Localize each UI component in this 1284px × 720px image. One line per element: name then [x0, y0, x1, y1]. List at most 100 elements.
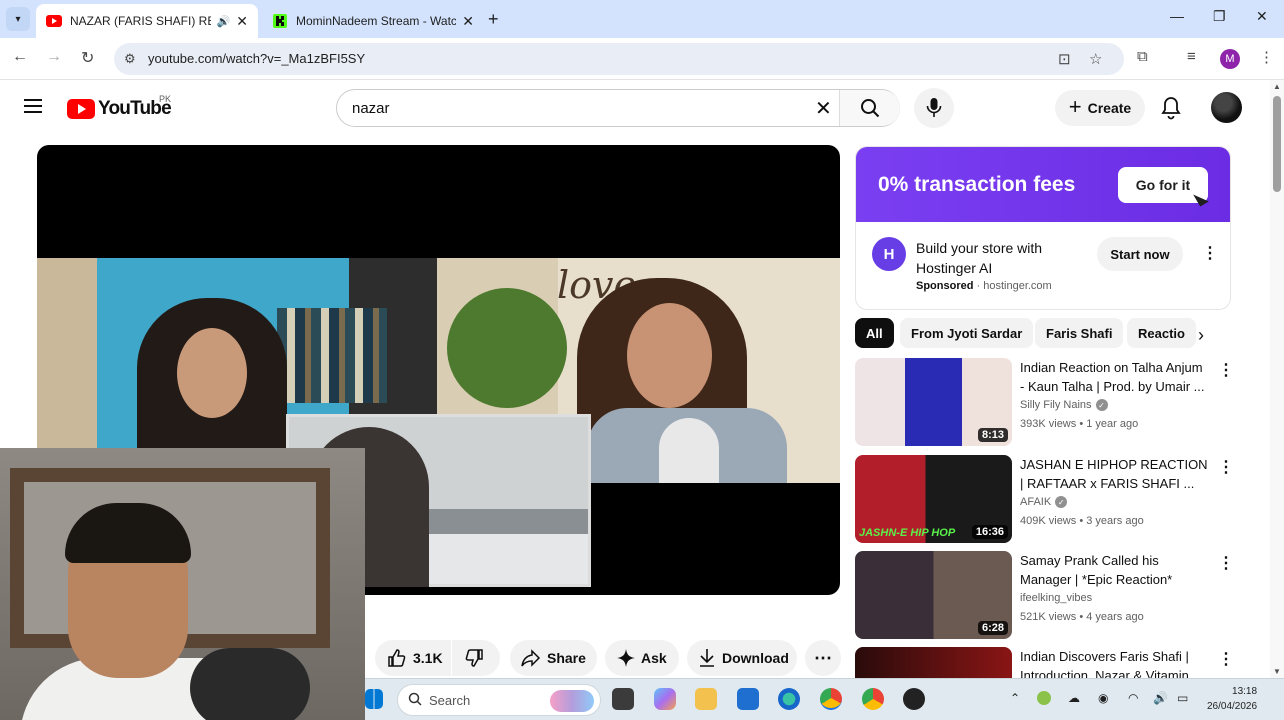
wifi-icon[interactable]: ◠ — [1128, 691, 1138, 705]
video-thumbnail[interactable]: 6:28 — [855, 551, 1012, 639]
profile-avatar[interactable]: M — [1220, 49, 1240, 69]
list-item[interactable]: 8:13 Indian Reaction on Talha Anjum - Ka… — [855, 358, 1235, 448]
url-text[interactable]: youtube.com/watch?v=_Ma1zBFI5SY — [148, 51, 365, 66]
tab-search-button[interactable]: ▾ — [6, 7, 30, 31]
restore-icon[interactable]: ❐ — [1213, 8, 1226, 25]
download-button[interactable]: Download — [687, 640, 797, 676]
search-box[interactable]: nazar ✕ — [336, 89, 900, 127]
close-tab-icon[interactable]: ✕ — [236, 13, 248, 30]
address-bar[interactable]: ⚙ youtube.com/watch?v=_Ma1zBFI5SY ⊡ ☆ — [114, 43, 1124, 75]
volume-icon[interactable]: 🔊 — [1153, 691, 1168, 705]
scroll-down-icon[interactable]: ▼ — [1273, 667, 1281, 676]
speaker-icon[interactable]: 🔊 — [217, 15, 231, 28]
more-vertical-icon[interactable]: ⋮ — [1218, 457, 1234, 477]
tab-kick-stream[interactable]: MominNadeem Stream - Watc ✕ — [262, 4, 484, 38]
file-explorer-icon[interactable] — [695, 688, 717, 710]
chip-all[interactable]: All — [855, 318, 894, 348]
search-button[interactable] — [839, 90, 900, 126]
cloud-icon[interactable]: ☁ — [1068, 691, 1080, 705]
voice-search-button[interactable] — [914, 88, 954, 128]
video-title[interactable]: Indian Discovers Faris Shafi | Introduct… — [1020, 647, 1210, 678]
channel-label: ifeelking_vibes — [1020, 592, 1093, 604]
list-item[interactable]: Indian Discovers Faris Shafi | Introduct… — [855, 647, 1235, 678]
edge-icon[interactable] — [778, 688, 800, 710]
close-tab-icon[interactable]: ✕ — [462, 13, 474, 30]
more-vertical-icon[interactable]: ⋮ — [1218, 553, 1234, 573]
clock-time: 13:18 — [1232, 686, 1258, 697]
more-vertical-icon[interactable]: ⋮ — [1218, 360, 1234, 380]
dislike-button[interactable] — [452, 640, 500, 676]
hamburger-menu-icon[interactable] — [24, 99, 42, 113]
ad-more-icon[interactable]: ⋮ — [1202, 243, 1218, 263]
channel-name[interactable]: Silly Fily Nains ✓ — [1020, 399, 1108, 411]
chrome-profile-icon[interactable] — [862, 688, 884, 710]
list-item[interactable]: JASHN-E HIP HOP 16:36 JASHAN E HIPHOP RE… — [855, 455, 1235, 545]
youtube-logo[interactable]: YouTube PK — [67, 94, 172, 120]
video-thumbnail[interactable] — [855, 647, 1012, 678]
browser-menu-icon[interactable]: ⋮ — [1259, 48, 1274, 66]
share-label: Share — [547, 650, 586, 666]
ad-banner[interactable]: 0% transaction fees Go for it — [856, 147, 1230, 222]
windows-start-icon[interactable] — [365, 689, 383, 709]
more-actions-button[interactable]: ⋯ — [805, 640, 841, 676]
reload-icon[interactable]: ↻ — [81, 48, 94, 68]
plant-image — [447, 288, 567, 408]
ad-title[interactable]: Build your store with Hostinger AI — [916, 238, 1086, 278]
share-button[interactable]: Share — [510, 640, 597, 676]
clear-search-icon[interactable]: ✕ — [815, 96, 832, 121]
chip-from-jyoti-sardar[interactable]: From Jyoti Sardar — [900, 318, 1034, 348]
chevron-right-icon[interactable]: › — [1198, 325, 1204, 346]
like-button[interactable]: 3.1K — [375, 640, 451, 676]
page-scrollbar[interactable]: ▲ ▼ — [1270, 80, 1284, 678]
chevron-up-icon[interactable]: ⌃ — [1010, 691, 1020, 705]
ad-sponsor-line: Sponsored · hostinger.com — [916, 280, 1052, 292]
search-input[interactable]: nazar — [352, 100, 390, 117]
ask-button[interactable]: Ask — [605, 640, 679, 676]
chip-faris-shafi[interactable]: Faris Shafi — [1035, 318, 1124, 348]
channel-name[interactable]: ifeelking_vibes — [1020, 592, 1092, 604]
notifications-bell-icon[interactable] — [1160, 96, 1182, 125]
back-arrow-icon[interactable]: ← — [12, 48, 28, 66]
list-item[interactable]: 6:28 Samay Prank Called his Manager | *E… — [855, 551, 1235, 641]
extensions-icon[interactable]: ⧉ — [1137, 48, 1148, 65]
scrollbar-thumb[interactable] — [1273, 96, 1281, 192]
bookmark-star-icon[interactable]: ☆ — [1089, 50, 1102, 68]
location-icon[interactable]: ◉ — [1098, 691, 1108, 705]
install-app-icon[interactable]: ⊡ — [1058, 50, 1071, 68]
new-tab-icon[interactable]: + — [488, 9, 499, 30]
more-horizontal-icon: ⋯ — [814, 647, 832, 668]
copilot-icon[interactable] — [654, 688, 676, 710]
tray-app-icon[interactable] — [1037, 691, 1051, 705]
video-title[interactable]: Samay Prank Called his Manager | *Epic R… — [1020, 551, 1210, 589]
video-thumbnail[interactable]: 8:13 — [855, 358, 1012, 446]
chrome-icon[interactable] — [820, 688, 842, 710]
tab-title: MominNadeem Stream - Watc — [296, 14, 457, 28]
task-view-icon[interactable] — [612, 688, 634, 710]
more-vertical-icon[interactable]: ⋮ — [1218, 649, 1234, 669]
taskbar-search[interactable]: Search — [397, 684, 601, 716]
channel-label: Silly Fily Nains — [1020, 399, 1092, 411]
account-avatar[interactable] — [1211, 92, 1242, 123]
minimize-icon[interactable]: — — [1170, 8, 1184, 24]
close-window-icon[interactable]: ✕ — [1256, 8, 1268, 25]
video-meta: 521K views • 4 years ago — [1020, 611, 1144, 623]
video-title[interactable]: Indian Reaction on Talha Anjum - Kaun Ta… — [1020, 358, 1210, 396]
media-control-icon[interactable]: ≡ — [1187, 48, 1196, 65]
taskbar-clock[interactable]: 13:18 26/04/2026 — [1207, 684, 1257, 714]
video-thumbnail[interactable]: JASHN-E HIP HOP 16:36 — [855, 455, 1012, 543]
battery-icon[interactable]: ▭ — [1177, 691, 1188, 705]
recording-app-icon[interactable] — [903, 688, 925, 710]
bookshelf-image — [277, 308, 387, 403]
forward-arrow-icon[interactable]: → — [46, 48, 62, 66]
video-title[interactable]: JASHAN E HIPHOP REACTION | RAFTAAR x FAR… — [1020, 455, 1210, 493]
sponsored-ad[interactable]: 0% transaction fees Go for it H Build yo… — [855, 146, 1231, 310]
scroll-up-icon[interactable]: ▲ — [1273, 82, 1281, 91]
chip-reaction[interactable]: Reactio — [1127, 318, 1196, 348]
start-now-button[interactable]: Start now — [1097, 237, 1183, 271]
store-icon[interactable] — [737, 688, 759, 710]
site-info-icon[interactable]: ⚙ — [124, 51, 136, 67]
tab-youtube[interactable]: NAZAR (FARIS SHAFI) REAC 🔊 ✕ — [36, 4, 258, 38]
browser-toolbar: ← → ↻ ⚙ youtube.com/watch?v=_Ma1zBFI5SY … — [0, 38, 1284, 80]
channel-name[interactable]: AFAIK ✓ — [1020, 496, 1068, 508]
create-button[interactable]: + Create — [1055, 90, 1145, 126]
